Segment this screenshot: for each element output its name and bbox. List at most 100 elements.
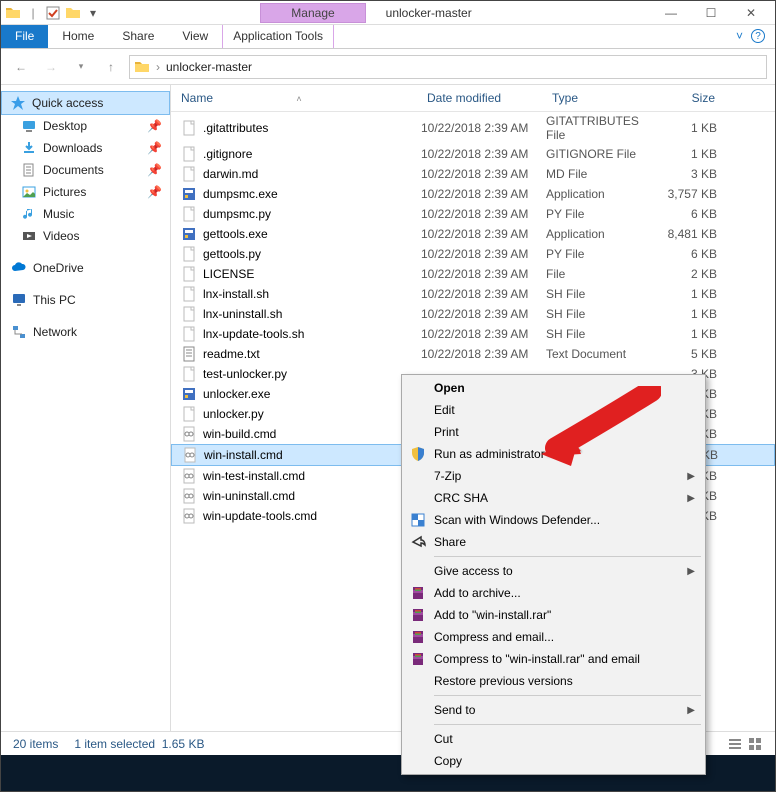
checkbox-icon[interactable] xyxy=(45,5,61,21)
file-date: 10/22/2018 2:39 AM xyxy=(421,147,546,161)
forward-button[interactable]: → xyxy=(39,55,63,79)
maximize-button[interactable]: ☐ xyxy=(691,6,731,20)
breadcrumb[interactable]: unlocker-master xyxy=(166,60,252,74)
ribbon: File Home Share View Application Tools ˅… xyxy=(1,25,775,49)
context-menu-item[interactable]: Compress to "win-install.rar" and email xyxy=(404,648,703,670)
up-button[interactable]: ↑ xyxy=(99,55,123,79)
context-menu-label: Give access to xyxy=(434,564,513,578)
column-header-size[interactable]: Size xyxy=(661,91,721,105)
file-type: Application xyxy=(546,227,661,241)
context-menu-label: Cut xyxy=(434,732,453,746)
sidebar-item-onedrive[interactable]: OneDrive xyxy=(1,257,170,279)
file-date: 10/22/2018 2:39 AM xyxy=(421,121,546,135)
context-menu-label: Compress to "win-install.rar" and email xyxy=(434,652,640,666)
context-menu-item[interactable]: Share xyxy=(404,531,703,553)
sidebar-item-pictures[interactable]: Pictures📌 xyxy=(1,181,170,203)
tab-home[interactable]: Home xyxy=(48,25,108,48)
folder-icon[interactable] xyxy=(65,5,81,21)
sidebar-item-quick-access[interactable]: Quick access xyxy=(1,91,170,115)
status-item-count: 20 items xyxy=(13,737,58,751)
file-date: 10/22/2018 2:39 AM xyxy=(421,207,546,221)
context-menu-item[interactable]: CRC SHA▶ xyxy=(404,487,703,509)
context-menu-item[interactable]: Copy xyxy=(404,750,703,772)
icons-view-button[interactable] xyxy=(747,736,763,752)
context-menu-item[interactable]: Add to "win-install.rar" xyxy=(404,604,703,626)
file-row[interactable]: dumpsmc.exe10/22/2018 2:39 AMApplication… xyxy=(171,184,775,204)
file-row[interactable]: lnx-uninstall.sh10/22/2018 2:39 AMSH Fil… xyxy=(171,304,775,324)
minimize-button[interactable]: — xyxy=(651,6,691,20)
file-row[interactable]: readme.txt10/22/2018 2:39 AMText Documen… xyxy=(171,344,775,364)
file-type: PY File xyxy=(546,207,661,221)
rar-icon xyxy=(410,585,426,601)
file-row[interactable]: .gitattributes10/22/2018 2:39 AMGITATTRI… xyxy=(171,112,775,144)
sidebar-item-desktop[interactable]: Desktop📌 xyxy=(1,115,170,137)
file-row[interactable]: LICENSE10/22/2018 2:39 AMFile2 KB xyxy=(171,264,775,284)
column-header-type[interactable]: Type xyxy=(546,91,661,105)
qat-dropdown-icon[interactable]: ▾ xyxy=(85,5,101,21)
file-row[interactable]: gettools.exe10/22/2018 2:39 AMApplicatio… xyxy=(171,224,775,244)
tab-share[interactable]: Share xyxy=(108,25,168,48)
file-date: 10/22/2018 2:39 AM xyxy=(421,227,546,241)
file-name: win-build.cmd xyxy=(203,427,276,441)
file-date: 10/22/2018 2:39 AM xyxy=(421,187,546,201)
file-row[interactable]: darwin.md10/22/2018 2:39 AMMD File3 KB xyxy=(171,164,775,184)
file-row[interactable]: gettools.py10/22/2018 2:39 AMPY File6 KB xyxy=(171,244,775,264)
file-icon xyxy=(181,346,197,362)
file-icon xyxy=(181,366,197,382)
sidebar-item-documents[interactable]: Documents📌 xyxy=(1,159,170,181)
file-date: 10/22/2018 2:39 AM xyxy=(421,287,546,301)
context-menu-item[interactable]: Give access to▶ xyxy=(404,560,703,582)
file-size: 1 KB xyxy=(661,327,721,341)
details-view-button[interactable] xyxy=(727,736,743,752)
column-header-name[interactable]: Name ˄ xyxy=(171,91,421,105)
context-menu-item[interactable]: Send to▶ xyxy=(404,699,703,721)
file-tab[interactable]: File xyxy=(1,25,48,48)
context-menu-item[interactable]: Edit xyxy=(404,399,703,421)
sidebar-item-downloads[interactable]: Downloads📌 xyxy=(1,137,170,159)
context-menu-item[interactable]: Restore previous versions xyxy=(404,670,703,692)
context-menu-item[interactable]: Run as administrator xyxy=(404,443,703,465)
file-name: unlocker.py xyxy=(203,407,264,421)
file-row[interactable]: .gitignore10/22/2018 2:39 AMGITIGNORE Fi… xyxy=(171,144,775,164)
file-date: 10/22/2018 2:39 AM xyxy=(421,327,546,341)
address-bar[interactable]: › unlocker-master xyxy=(129,55,767,79)
sidebar-item-this-pc[interactable]: This PC xyxy=(1,289,170,311)
file-name: lnx-install.sh xyxy=(203,287,269,301)
sidebar-item-network[interactable]: Network xyxy=(1,321,170,343)
context-menu-item[interactable]: Print xyxy=(404,421,703,443)
file-row[interactable]: dumpsmc.py10/22/2018 2:39 AMPY File6 KB xyxy=(171,204,775,224)
file-row[interactable]: lnx-install.sh10/22/2018 2:39 AMSH File1… xyxy=(171,284,775,304)
file-name: lnx-uninstall.sh xyxy=(203,307,282,321)
sidebar-item-music[interactable]: Music xyxy=(1,203,170,225)
context-menu-item[interactable]: Compress and email... xyxy=(404,626,703,648)
file-size: 2 KB xyxy=(661,267,721,281)
back-button[interactable]: ← xyxy=(9,55,33,79)
file-name: unlocker.exe xyxy=(203,387,270,401)
context-menu-label: Open xyxy=(434,381,465,395)
recent-dropdown-icon[interactable]: ▾ xyxy=(69,55,93,79)
file-row[interactable]: lnx-update-tools.sh10/22/2018 2:39 AMSH … xyxy=(171,324,775,344)
file-name: win-test-install.cmd xyxy=(203,469,305,483)
folder-icon xyxy=(134,59,150,75)
context-menu-item[interactable]: Scan with Windows Defender... xyxy=(404,509,703,531)
close-button[interactable]: ✕ xyxy=(731,6,771,20)
cloud-icon xyxy=(11,260,27,276)
file-icon xyxy=(181,266,197,282)
context-menu-item[interactable]: Add to archive... xyxy=(404,582,703,604)
window-title: unlocker-master xyxy=(366,6,492,20)
sidebar-item-videos[interactable]: Videos xyxy=(1,225,170,247)
help-icon[interactable]: ? xyxy=(751,29,765,43)
context-menu-label: Copy xyxy=(434,754,462,768)
context-menu-item[interactable]: 7-Zip▶ xyxy=(404,465,703,487)
context-menu-item[interactable]: Cut xyxy=(404,728,703,750)
sidebar-item-label: OneDrive xyxy=(33,261,84,275)
context-menu-label: Scan with Windows Defender... xyxy=(434,513,600,527)
file-size: 3,757 KB xyxy=(661,187,721,201)
breadcrumb-separator-icon[interactable]: › xyxy=(156,60,160,74)
context-menu: OpenEditPrintRun as administrator7-Zip▶C… xyxy=(401,374,706,775)
context-menu-item[interactable]: Open xyxy=(404,377,703,399)
ribbon-collapse-icon[interactable]: ˅ xyxy=(736,29,743,44)
tab-view[interactable]: View xyxy=(168,25,222,48)
tab-application-tools[interactable]: Application Tools xyxy=(222,25,334,48)
column-header-date[interactable]: Date modified xyxy=(421,91,546,105)
